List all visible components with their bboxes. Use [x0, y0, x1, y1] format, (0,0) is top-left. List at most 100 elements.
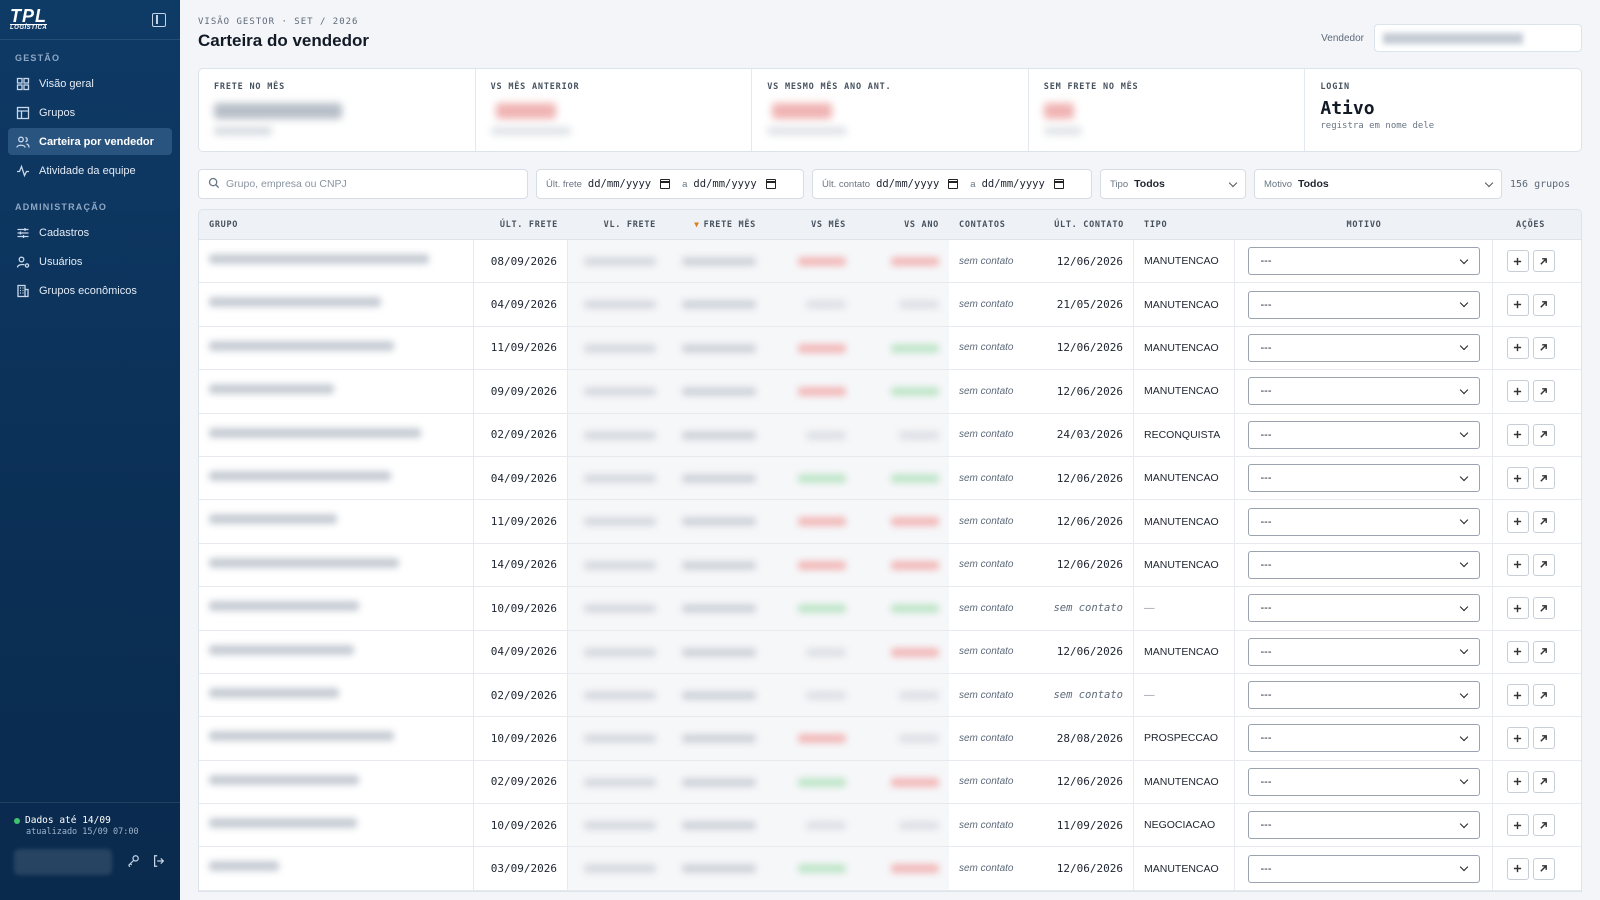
sidebar-item-visao-geral[interactable]: Visão geral: [8, 70, 172, 97]
motivo-row-select[interactable]: ---: [1247, 681, 1480, 710]
grupo-cell[interactable]: [199, 413, 474, 456]
add-contact-button[interactable]: [1506, 293, 1529, 316]
add-contact-button[interactable]: [1506, 510, 1529, 533]
motivo-row-select[interactable]: ---: [1247, 637, 1480, 666]
open-group-button[interactable]: [1532, 553, 1555, 576]
open-group-button[interactable]: [1532, 814, 1555, 837]
grupo-cell[interactable]: [199, 717, 474, 760]
open-group-button[interactable]: [1532, 640, 1555, 663]
table-row[interactable]: 03/09/2026 sem contato 12/06/2026 MANUTENCA…: [199, 847, 1581, 891]
motivo-row-select[interactable]: ---: [1247, 724, 1480, 753]
add-contact-button[interactable]: [1506, 336, 1529, 359]
open-group-button[interactable]: [1532, 423, 1555, 446]
logout-icon[interactable]: [152, 854, 166, 871]
grupo-cell[interactable]: [199, 630, 474, 673]
user-name-redacted[interactable]: [14, 849, 112, 875]
open-group-button[interactable]: [1532, 250, 1555, 273]
col-contatos[interactable]: CONTATOS: [949, 210, 1029, 239]
grupo-cell[interactable]: [199, 283, 474, 326]
motivo-row-select[interactable]: ---: [1247, 377, 1480, 406]
table-row[interactable]: 11/09/2026 sem contato 12/06/2026 MANUTENCA…: [199, 500, 1581, 544]
motivo-row-select[interactable]: ---: [1247, 333, 1480, 362]
table-row[interactable]: 09/09/2026 sem contato 12/06/2026 MANUTENCA…: [199, 370, 1581, 414]
open-group-button[interactable]: [1532, 684, 1555, 707]
open-group-button[interactable]: [1532, 336, 1555, 359]
motivo-row-select[interactable]: ---: [1247, 854, 1480, 883]
calendar-icon[interactable]: [765, 179, 776, 189]
add-contact-button[interactable]: [1506, 423, 1529, 446]
col-frete-mes[interactable]: ▼ FRETE MÊS: [666, 210, 766, 239]
grupo-cell[interactable]: [199, 326, 474, 370]
motivo-row-select[interactable]: ---: [1247, 247, 1480, 276]
motivo-row-select[interactable]: ---: [1247, 420, 1480, 449]
col-tipo[interactable]: TIPO: [1134, 210, 1235, 239]
col-ult-frete[interactable]: ÚLT. FRETE: [474, 210, 568, 239]
sidebar-item-atividade-da-equipe[interactable]: Atividade da equipe: [8, 157, 172, 184]
grupo-cell[interactable]: [199, 543, 474, 587]
grupo-cell[interactable]: [199, 760, 474, 804]
table-row[interactable]: 02/09/2026 sem contato sem contato — ---: [199, 673, 1581, 718]
add-contact-button[interactable]: [1506, 250, 1529, 273]
add-contact-button[interactable]: [1506, 814, 1529, 837]
motivo-row-select[interactable]: ---: [1247, 767, 1480, 796]
grupo-cell[interactable]: [199, 240, 474, 283]
motivo-row-select[interactable]: ---: [1247, 594, 1480, 623]
grupo-cell[interactable]: [199, 500, 474, 543]
col-grupo[interactable]: GRUPO: [199, 210, 474, 239]
sidebar-item-grupos[interactable]: Grupos: [8, 99, 172, 126]
table-row[interactable]: 02/09/2026 sem contato 12/06/2026 MANUTENCA…: [199, 760, 1581, 805]
calendar-icon[interactable]: [660, 179, 671, 189]
ult-frete-from-input[interactable]: dd/mm/yyyy: [588, 178, 651, 190]
table-row[interactable]: 10/09/2026 sem contato 11/09/2026 NEGOCIACA…: [199, 804, 1581, 848]
col-vl-frete[interactable]: VL. FRETE: [568, 210, 666, 239]
ult-frete-to-input[interactable]: dd/mm/yyyy: [693, 178, 756, 190]
table-row[interactable]: 10/09/2026 sem contato sem contato — ---: [199, 587, 1581, 631]
add-contact-button[interactable]: [1506, 640, 1529, 663]
add-contact-button[interactable]: [1506, 380, 1529, 403]
add-contact-button[interactable]: [1506, 597, 1529, 620]
open-group-button[interactable]: [1532, 467, 1555, 490]
grupo-cell[interactable]: [199, 804, 474, 847]
col-motivo[interactable]: MOTIVO: [1235, 210, 1493, 239]
add-contact-button[interactable]: [1506, 684, 1529, 707]
add-contact-button[interactable]: [1506, 727, 1529, 750]
open-group-button[interactable]: [1532, 510, 1555, 533]
table-row[interactable]: 11/09/2026 sem contato 12/06/2026 MANUTENCA…: [199, 326, 1581, 371]
calendar-icon[interactable]: [1053, 179, 1064, 189]
col-vs-ano[interactable]: VS ANO: [856, 210, 949, 239]
open-group-button[interactable]: [1532, 727, 1555, 750]
sidebar-item-grupos-economicos[interactable]: Grupos econômicos: [8, 277, 172, 304]
grupo-cell[interactable]: [199, 370, 474, 413]
search-input[interactable]: Grupo, empresa ou CNPJ: [198, 169, 528, 199]
open-group-button[interactable]: [1532, 293, 1555, 316]
open-group-button[interactable]: [1532, 857, 1555, 880]
table-row[interactable]: 04/09/2026 sem contato 21/05/2026 MANUTENCA…: [199, 283, 1581, 327]
add-contact-button[interactable]: [1506, 770, 1529, 793]
grupo-cell[interactable]: [199, 456, 474, 500]
add-contact-button[interactable]: [1506, 553, 1529, 576]
company-logo[interactable]: TPL LOGÍSTICA: [10, 7, 48, 32]
key-icon[interactable]: [126, 854, 140, 871]
open-group-button[interactable]: [1532, 597, 1555, 620]
table-row[interactable]: 10/09/2026 sem contato 28/08/2026 PROSPECCA…: [199, 717, 1581, 761]
open-group-button[interactable]: [1532, 380, 1555, 403]
motivo-row-select[interactable]: ---: [1247, 811, 1480, 840]
open-group-button[interactable]: [1532, 770, 1555, 793]
ult-contato-from-input[interactable]: dd/mm/yyyy: [876, 178, 939, 190]
sidebar-item-cadastros[interactable]: Cadastros: [8, 219, 172, 246]
col-ult-contato[interactable]: ÚLT. CONTATO: [1029, 210, 1134, 239]
grupo-cell[interactable]: [199, 587, 474, 630]
seller-select[interactable]: [1374, 24, 1582, 52]
tipo-select[interactable]: Tipo Todos: [1100, 169, 1246, 199]
add-contact-button[interactable]: [1506, 467, 1529, 490]
grupo-cell[interactable]: [199, 673, 474, 717]
sidebar-item-usuarios[interactable]: Usuários: [8, 248, 172, 275]
ult-contato-to-input[interactable]: dd/mm/yyyy: [982, 178, 1045, 190]
motivo-row-select[interactable]: ---: [1247, 550, 1480, 579]
motivo-row-select[interactable]: ---: [1247, 507, 1480, 536]
table-row[interactable]: 14/09/2026 sem contato 12/06/2026 MANUTENCA…: [199, 543, 1581, 588]
collapse-sidebar-icon[interactable]: [152, 12, 166, 27]
table-row[interactable]: 04/09/2026 sem contato 12/06/2026 MANUTENCA…: [199, 630, 1581, 674]
motivo-row-select[interactable]: ---: [1247, 290, 1480, 319]
motivo-select[interactable]: Motivo Todos: [1254, 169, 1502, 199]
